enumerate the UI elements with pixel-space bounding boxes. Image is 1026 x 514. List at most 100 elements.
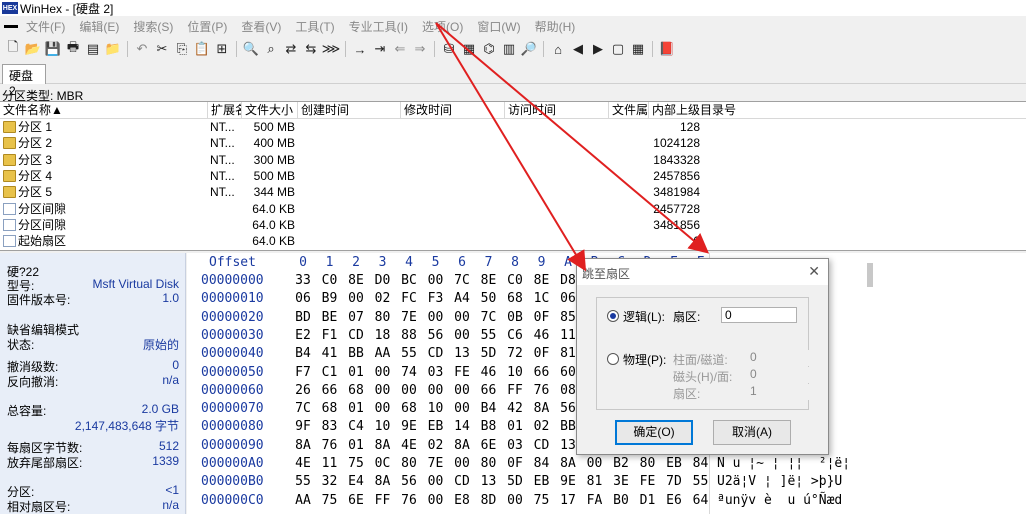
hex-byte[interactable]: 6E bbox=[478, 437, 500, 455]
magnifier-icon[interactable]: 🔎 bbox=[519, 40, 539, 58]
hex-byte[interactable]: 8E bbox=[478, 272, 500, 290]
goto-sector-icon[interactable]: ⇥ bbox=[370, 40, 390, 58]
list-row[interactable]: 分区间隙 64.0 KB 2457728 bbox=[0, 201, 1026, 217]
hex-byte[interactable]: 8A bbox=[372, 473, 394, 491]
col-attributes[interactable]: 文件属性 bbox=[609, 102, 649, 119]
hex-byte[interactable]: F3 bbox=[425, 290, 447, 308]
ram-editor-icon[interactable]: ▦ bbox=[459, 40, 479, 58]
hex-byte[interactable]: E6 bbox=[663, 492, 685, 510]
hex-byte[interactable]: 83 bbox=[319, 418, 341, 436]
hex-byte[interactable]: E4 bbox=[345, 473, 367, 491]
list-row[interactable]: 分区间隙 64.0 KB 3481856 bbox=[0, 217, 1026, 233]
forward-icon[interactable]: ⇒ bbox=[410, 40, 430, 58]
hex-byte[interactable]: BC bbox=[398, 272, 420, 290]
hex-byte[interactable]: 8E bbox=[531, 272, 553, 290]
col-ext[interactable]: 扩展名 bbox=[208, 102, 242, 119]
hex-byte[interactable]: 13 bbox=[478, 473, 500, 491]
hex-byte[interactable]: 8A bbox=[531, 400, 553, 418]
undo-icon[interactable]: ↶ bbox=[132, 40, 152, 58]
hex-byte[interactable]: BE bbox=[319, 309, 341, 327]
col-accessed[interactable]: 访问时间 bbox=[505, 102, 609, 119]
hex-byte[interactable]: 7E bbox=[398, 309, 420, 327]
hex-byte[interactable]: 7C bbox=[451, 272, 473, 290]
hex-byte[interactable]: A4 bbox=[451, 290, 473, 308]
hex-byte[interactable]: 6E bbox=[345, 492, 367, 510]
hex-byte[interactable]: B8 bbox=[478, 418, 500, 436]
hex-row[interactable]: 000000B0 55 32 E4 8A 56 00 CD 13 5D EB 9E 81 3E FE 7D 55… bbox=[187, 473, 1026, 491]
disk-editor-icon[interactable]: ⛁ bbox=[439, 40, 459, 58]
grid-icon[interactable]: ▦ bbox=[628, 40, 648, 58]
hex-byte[interactable]: B9 bbox=[319, 290, 341, 308]
hex-byte[interactable]: 72 bbox=[504, 345, 526, 363]
hex-byte[interactable]: 56 bbox=[398, 473, 420, 491]
hex-byte[interactable]: 0C bbox=[372, 455, 394, 473]
help-book-icon[interactable]: 📕 bbox=[657, 40, 677, 58]
hex-byte[interactable]: C0 bbox=[504, 272, 526, 290]
logical-sector-input[interactable]: 0 bbox=[721, 307, 797, 323]
col-name[interactable]: 文件名称▲ bbox=[0, 102, 208, 119]
hex-byte[interactable]: AA bbox=[292, 492, 314, 510]
hex-byte[interactable]: 00 bbox=[372, 400, 394, 418]
hex-byte[interactable]: 42 bbox=[504, 400, 526, 418]
save-icon[interactable]: 💾 bbox=[43, 40, 63, 58]
hex-byte[interactable]: B2 bbox=[610, 455, 632, 473]
hex-byte[interactable]: 46 bbox=[531, 327, 553, 345]
hex-byte[interactable]: D0 bbox=[372, 272, 394, 290]
hex-byte[interactable]: 00 bbox=[451, 382, 473, 400]
list-row[interactable]: 分区 5 NT... 344 MB 3481984 bbox=[0, 184, 1026, 200]
hex-byte[interactable]: 7C bbox=[292, 400, 314, 418]
new-file-icon[interactable]: 🗋 bbox=[3, 39, 23, 58]
hex-byte[interactable]: 68 bbox=[319, 400, 341, 418]
hex-byte[interactable]: 3E bbox=[610, 473, 632, 491]
hex-byte[interactable]: 26 bbox=[292, 382, 314, 400]
col-size[interactable]: 文件大小 bbox=[242, 102, 298, 119]
hex-byte[interactable]: 88 bbox=[398, 327, 420, 345]
hex-byte[interactable]: 10 bbox=[372, 418, 394, 436]
hex-byte[interactable]: 68 bbox=[398, 400, 420, 418]
find-hex-icon[interactable]: ⌕ bbox=[261, 40, 281, 58]
hex-byte[interactable]: 00 bbox=[584, 455, 606, 473]
hex-byte[interactable]: 00 bbox=[345, 290, 367, 308]
find-text-icon[interactable]: 🔍 bbox=[241, 40, 261, 58]
directory-browser-icon[interactable]: ⌂ bbox=[548, 40, 568, 58]
hex-byte[interactable]: F7 bbox=[292, 364, 314, 382]
hex-byte[interactable]: 00 bbox=[425, 309, 447, 327]
list-row[interactable]: 分区 4 NT... 500 MB 2457856 bbox=[0, 168, 1026, 184]
menu-options[interactable]: 选项(O) bbox=[422, 18, 463, 35]
col-modified[interactable]: 修改时间 bbox=[401, 102, 505, 119]
hex-byte[interactable]: CD bbox=[425, 345, 447, 363]
hex-byte[interactable]: CD bbox=[345, 327, 367, 345]
hex-byte[interactable]: FA bbox=[584, 492, 606, 510]
menu-file[interactable]: 文件(F) bbox=[26, 18, 65, 35]
hex-byte[interactable]: E8 bbox=[451, 492, 473, 510]
hex-byte[interactable]: 00 bbox=[398, 382, 420, 400]
hex-byte[interactable]: 00 bbox=[425, 382, 447, 400]
hex-byte[interactable]: C1 bbox=[319, 364, 341, 382]
hex-byte[interactable]: 02 bbox=[531, 418, 553, 436]
hex-scrollbar[interactable] bbox=[867, 263, 873, 287]
hex-byte[interactable]: 9F bbox=[292, 418, 314, 436]
hex-byte[interactable]: 7D bbox=[663, 473, 685, 491]
hex-ascii[interactable]: U2ä¦V ¦ ]ë¦ >þ}U bbox=[717, 473, 867, 491]
hex-byte[interactable]: 00 bbox=[372, 364, 394, 382]
copy-icon[interactable]: ⎘ bbox=[172, 40, 192, 58]
menu-tools[interactable]: 工具(T) bbox=[295, 18, 334, 35]
hex-row[interactable]: 000000C0 AA 75 6E FF 76 00 E8 8D 00 75 17 FA B0 D1 E6 64… bbox=[187, 492, 1026, 510]
hex-byte[interactable]: CD bbox=[451, 473, 473, 491]
write-hex-icon[interactable]: ⊞ bbox=[212, 40, 232, 58]
print-icon[interactable]: 🖶 bbox=[63, 39, 83, 58]
hex-byte[interactable]: 00 bbox=[451, 309, 473, 327]
find-next-icon[interactable]: ⋙ bbox=[321, 40, 341, 58]
col-parent-dir[interactable]: 内部上级目录号 bbox=[649, 102, 749, 119]
list-row[interactable]: 分区 2 NT... 400 MB 1024128 bbox=[0, 135, 1026, 151]
hex-byte[interactable]: 76 bbox=[531, 382, 553, 400]
hex-byte[interactable]: EB bbox=[531, 473, 553, 491]
hex-byte[interactable]: EB bbox=[425, 418, 447, 436]
menu-view[interactable]: 查看(V) bbox=[241, 18, 281, 35]
hex-byte[interactable]: 8E bbox=[345, 272, 367, 290]
hex-byte[interactable]: 14 bbox=[451, 418, 473, 436]
hex-byte[interactable]: 68 bbox=[345, 382, 367, 400]
hex-byte[interactable]: 68 bbox=[504, 290, 526, 308]
hex-byte[interactable]: 00 bbox=[425, 473, 447, 491]
hex-byte[interactable]: 33 bbox=[292, 272, 314, 290]
